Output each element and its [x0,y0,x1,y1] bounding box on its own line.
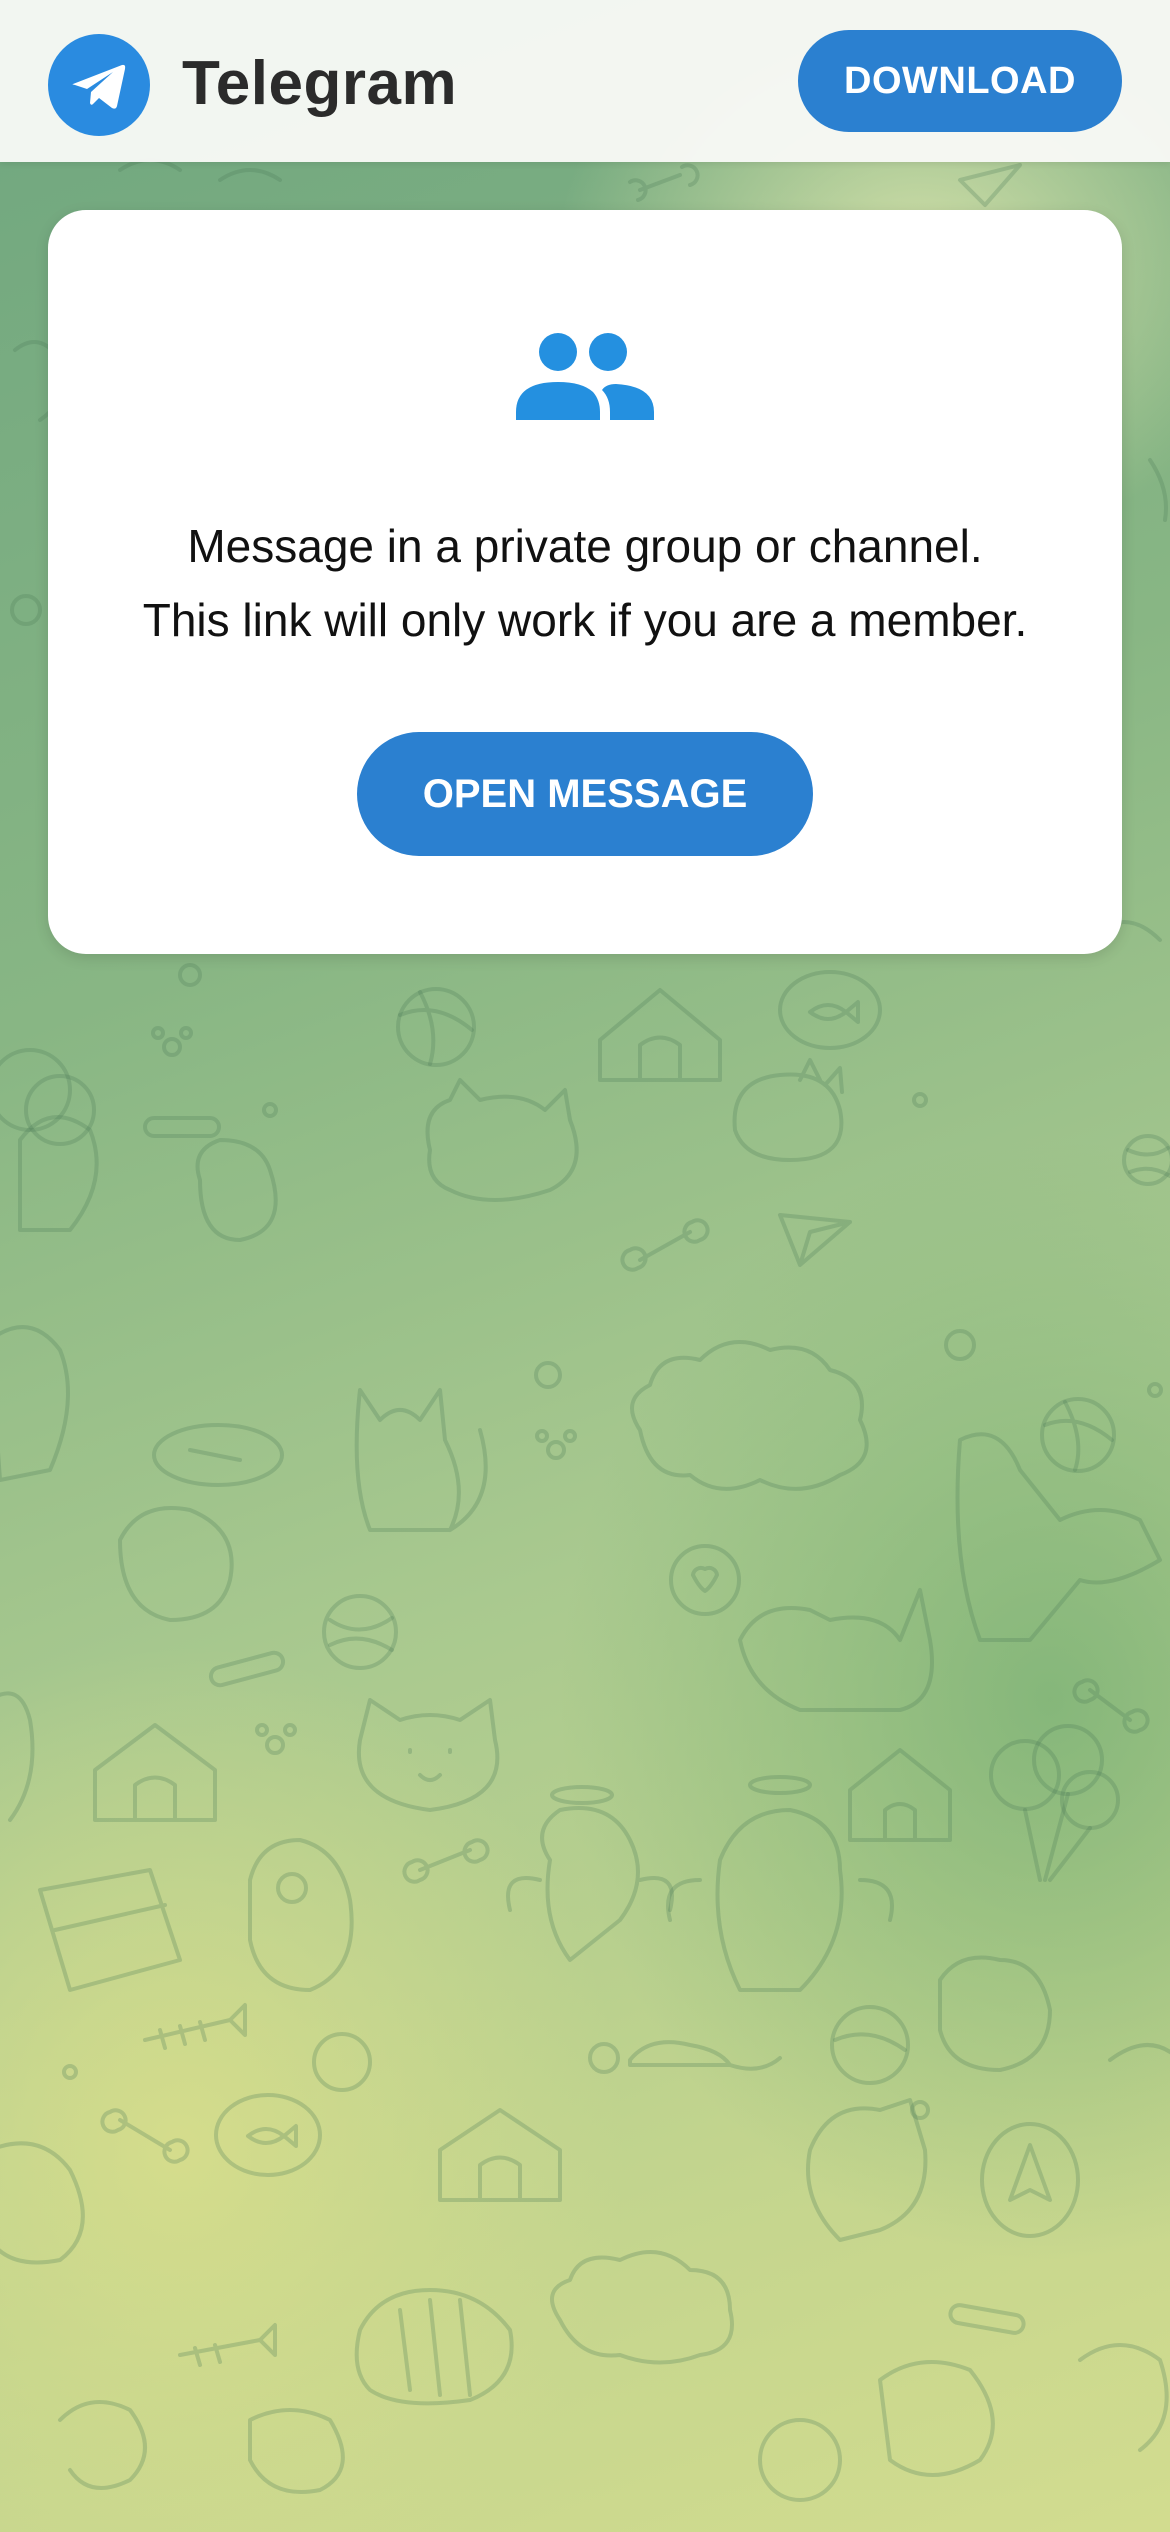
top-header: Telegram DOWNLOAD [0,0,1170,162]
brand-name[interactable]: Telegram [182,44,457,124]
download-button[interactable]: DOWNLOAD [798,30,1122,132]
paper-plane-icon [72,64,126,109]
telegram-logo-icon[interactable] [48,34,150,136]
group-people-icon [516,333,654,420]
message-line-1: Message in a private group or channel. [187,520,983,572]
open-message-button[interactable]: OPEN MESSAGE [357,732,813,856]
message-card: Message in a private group or channel. T… [48,210,1122,954]
message-line-2: This link will only work if you are a me… [142,594,1028,646]
